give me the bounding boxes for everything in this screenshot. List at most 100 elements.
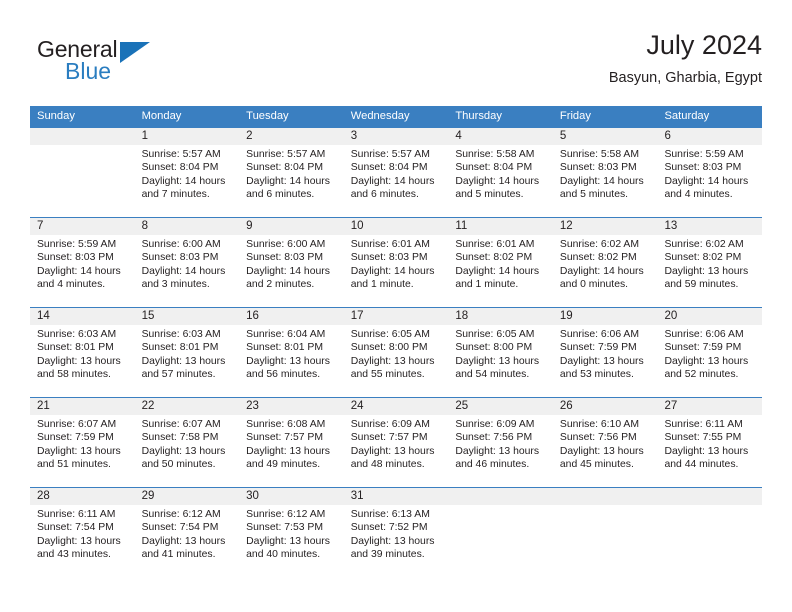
day-cell[interactable]: Sunrise: 6:01 AM Sunset: 8:03 PM Dayligh… (344, 235, 449, 307)
day-cell[interactable]: Sunrise: 6:07 AM Sunset: 7:58 PM Dayligh… (135, 415, 240, 487)
sunset-text: Sunset: 8:01 PM (246, 342, 323, 354)
day-cell[interactable]: Sunrise: 6:00 AM Sunset: 8:03 PM Dayligh… (135, 235, 240, 307)
day-number (30, 128, 135, 145)
daylight-text-line2: and 59 minutes. (664, 279, 739, 291)
day-cell[interactable]: Sunrise: 6:13 AM Sunset: 7:52 PM Dayligh… (344, 505, 449, 577)
sunrise-text: Sunrise: 6:11 AM (664, 419, 743, 430)
daylight-text-line1: Daylight: 13 hours (37, 445, 121, 457)
week-date-numbers: 21 22 23 24 25 26 27 (30, 398, 762, 415)
sunset-text: Sunset: 8:03 PM (141, 252, 219, 264)
day-cell[interactable] (657, 505, 762, 577)
day-cell[interactable]: Sunrise: 6:11 AM Sunset: 7:54 PM Dayligh… (30, 505, 135, 577)
day-cell[interactable]: Sunrise: 5:57 AM Sunset: 8:04 PM Dayligh… (344, 145, 449, 217)
day-cell[interactable]: Sunrise: 6:05 AM Sunset: 8:00 PM Dayligh… (344, 325, 449, 397)
page-header: General Blue July 2024 Basyun, Gharbia, … (30, 28, 762, 96)
daylight-text-line2: and 49 minutes. (246, 459, 321, 471)
day-cell[interactable]: Sunrise: 6:12 AM Sunset: 7:53 PM Dayligh… (239, 505, 344, 577)
daylight-text-line2: and 51 minutes. (37, 459, 111, 471)
day-cell[interactable] (553, 505, 658, 577)
week-day-details: Sunrise: 5:57 AM Sunset: 8:04 PM Dayligh… (30, 145, 762, 217)
day-cell[interactable]: Sunrise: 6:11 AM Sunset: 7:55 PM Dayligh… (657, 415, 762, 487)
sunrise-text: Sunrise: 6:05 AM (350, 329, 430, 340)
day-number: 9 (246, 220, 253, 232)
day-cell[interactable]: Sunrise: 6:04 AM Sunset: 8:01 PM Dayligh… (239, 325, 344, 397)
sunset-text: Sunset: 7:55 PM (664, 432, 742, 444)
day-number: 26 (559, 400, 573, 412)
day-cell[interactable]: Sunrise: 5:57 AM Sunset: 8:04 PM Dayligh… (135, 145, 240, 217)
calendar-week-row: 7 8 9 10 11 12 13 Sunrise: 5:59 AM Sunse… (30, 217, 762, 307)
calendar-week-row: 1 2 3 4 5 6 Sunrise: 5:57 AM Sunset: 8:0… (30, 127, 762, 217)
day-number: 31 (350, 490, 364, 502)
sunrise-text: Sunrise: 6:06 AM (664, 329, 744, 340)
day-number: 14 (37, 310, 50, 322)
sunset-text: Sunset: 8:02 PM (559, 252, 637, 264)
sunset-text: Sunset: 7:57 PM (246, 432, 323, 444)
day-cell[interactable]: Sunrise: 6:03 AM Sunset: 8:01 PM Dayligh… (135, 325, 240, 397)
week-day-details: Sunrise: 6:03 AM Sunset: 8:01 PM Dayligh… (30, 325, 762, 397)
day-cell[interactable]: Sunrise: 6:06 AM Sunset: 7:59 PM Dayligh… (553, 325, 658, 397)
day-number (553, 488, 658, 505)
daylight-text-line1: Daylight: 13 hours (246, 445, 330, 457)
day-cell[interactable]: Sunrise: 6:02 AM Sunset: 8:02 PM Dayligh… (657, 235, 762, 307)
daylight-text-line1: Daylight: 13 hours (350, 535, 435, 547)
day-cell[interactable]: Sunrise: 6:03 AM Sunset: 8:01 PM Dayligh… (30, 325, 135, 397)
day-number: 17 (350, 310, 364, 322)
day-cell[interactable]: Sunrise: 6:09 AM Sunset: 7:56 PM Dayligh… (448, 415, 553, 487)
page-title: July 2024 (646, 30, 762, 60)
day-cell[interactable] (30, 145, 135, 217)
daylight-text-line2: and 52 minutes. (664, 369, 739, 381)
day-cell[interactable]: Sunrise: 5:58 AM Sunset: 8:03 PM Dayligh… (553, 145, 658, 217)
calendar-page: General Blue July 2024 Basyun, Gharbia, … (0, 0, 792, 612)
day-cell[interactable] (448, 505, 553, 577)
logo-triangle-icon (120, 42, 150, 63)
logo-text-blue: Blue (65, 58, 112, 84)
day-cell[interactable]: Sunrise: 6:10 AM Sunset: 7:56 PM Dayligh… (553, 415, 658, 487)
daylight-text-line1: Daylight: 14 hours (350, 175, 435, 187)
day-cell[interactable]: Sunrise: 5:57 AM Sunset: 8:04 PM Dayligh… (239, 145, 344, 217)
day-cell[interactable]: Sunrise: 6:12 AM Sunset: 7:54 PM Dayligh… (135, 505, 240, 577)
day-cell[interactable]: Sunrise: 6:09 AM Sunset: 7:57 PM Dayligh… (344, 415, 449, 487)
weekday-header-wednesday: Wednesday (350, 110, 410, 122)
daylight-text-line2: and 44 minutes. (664, 459, 739, 471)
day-cell[interactable]: Sunrise: 6:02 AM Sunset: 8:02 PM Dayligh… (553, 235, 658, 307)
sunset-text: Sunset: 8:03 PM (246, 252, 323, 264)
daylight-text-line1: Daylight: 13 hours (559, 445, 644, 457)
sunrise-text: Sunrise: 6:01 AM (350, 239, 430, 250)
sunset-text: Sunset: 8:03 PM (559, 162, 637, 174)
sunset-text: Sunset: 7:54 PM (141, 522, 219, 534)
day-cell[interactable]: Sunrise: 6:00 AM Sunset: 8:03 PM Dayligh… (239, 235, 344, 307)
sunrise-text: Sunrise: 6:09 AM (455, 419, 535, 430)
daylight-text-line1: Daylight: 13 hours (664, 355, 749, 367)
sunrise-text: Sunrise: 6:11 AM (37, 509, 116, 520)
day-cell[interactable]: Sunrise: 6:01 AM Sunset: 8:02 PM Dayligh… (448, 235, 553, 307)
sunrise-text: Sunrise: 6:12 AM (246, 509, 326, 520)
week-date-numbers: 1 2 3 4 5 6 (30, 128, 762, 145)
sunset-text: Sunset: 8:04 PM (141, 162, 219, 174)
day-number: 27 (664, 400, 678, 412)
sunset-text: Sunset: 8:04 PM (246, 162, 323, 174)
daylight-text-line1: Daylight: 13 hours (455, 355, 540, 367)
day-cell[interactable]: Sunrise: 6:05 AM Sunset: 8:00 PM Dayligh… (448, 325, 553, 397)
day-number: 28 (37, 490, 50, 502)
day-number: 2 (246, 130, 253, 142)
day-cell[interactable]: Sunrise: 5:59 AM Sunset: 8:03 PM Dayligh… (30, 235, 135, 307)
day-cell[interactable]: Sunrise: 6:06 AM Sunset: 7:59 PM Dayligh… (657, 325, 762, 397)
sunset-text: Sunset: 8:00 PM (455, 342, 533, 354)
day-cell[interactable]: Sunrise: 6:08 AM Sunset: 7:57 PM Dayligh… (239, 415, 344, 487)
sunrise-text: Sunrise: 6:07 AM (37, 419, 117, 430)
day-cell[interactable]: Sunrise: 6:07 AM Sunset: 7:59 PM Dayligh… (30, 415, 135, 487)
general-blue-logo[interactable]: General Blue (37, 36, 167, 88)
day-number: 10 (350, 220, 364, 232)
day-cell[interactable]: Sunrise: 5:59 AM Sunset: 8:03 PM Dayligh… (657, 145, 762, 217)
daylight-text-line2: and 5 minutes. (455, 189, 524, 201)
sunset-text: Sunset: 7:58 PM (141, 432, 219, 444)
daylight-text-line2: and 50 minutes. (141, 459, 216, 471)
daylight-text-line2: and 53 minutes. (559, 369, 634, 381)
sunrise-text: Sunrise: 5:59 AM (37, 239, 117, 250)
day-number: 7 (37, 220, 44, 232)
day-cell[interactable]: Sunrise: 5:58 AM Sunset: 8:04 PM Dayligh… (448, 145, 553, 217)
daylight-text-line2: and 43 minutes. (37, 549, 111, 561)
daylight-text-line1: Daylight: 13 hours (455, 445, 540, 457)
day-number: 12 (559, 220, 573, 232)
daylight-text-line1: Daylight: 14 hours (455, 265, 540, 277)
